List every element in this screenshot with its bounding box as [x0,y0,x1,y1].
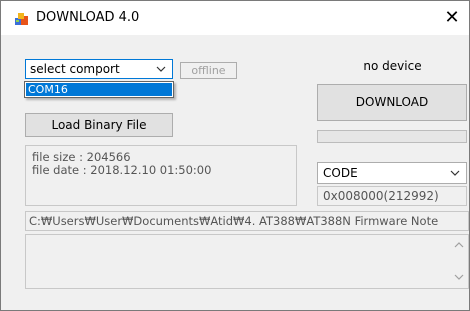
download-window: DOWNLOAD 4.0 ✕ select comport COM16 offl… [0,0,470,311]
log-scrollbar[interactable] [451,235,468,288]
comport-option-com16[interactable]: COM16 [26,83,172,96]
chevron-down-icon [156,61,166,80]
download-button[interactable]: DOWNLOAD [317,84,467,121]
file-info-box: file size : 204566 file date : 2018.12.1… [25,145,297,206]
code-region-value: CODE [323,166,358,180]
chevron-down-icon [450,165,460,184]
download-app-icon [15,13,28,25]
load-binary-file-button[interactable]: Load Binary File [25,113,173,137]
scroll-down-arrow-icon[interactable] [453,273,465,284]
log-text-area[interactable] [25,234,469,289]
device-status-label: no device [363,59,422,73]
code-address-field: 0x008000(212992) [317,186,467,206]
file-path-field[interactable]: C:₩Users₩User₩Documents₩Atid₩4. AT388₩AT… [25,211,469,231]
download-progress-bar [317,130,467,143]
comport-select[interactable]: select comport [25,59,173,79]
close-icon: ✕ [444,7,460,28]
title-bar[interactable]: DOWNLOAD 4.0 ✕ [1,1,469,35]
scroll-up-arrow-icon[interactable] [453,241,465,252]
close-button[interactable]: ✕ [435,1,469,35]
connection-status-badge: offline [180,62,237,79]
file-date-line: file date : 2018.12.10 01:50:00 [32,163,212,177]
code-region-select[interactable]: CODE [317,162,467,184]
window-title: DOWNLOAD 4.0 [36,10,140,25]
comport-dropdown-list: COM16 [24,81,174,98]
comport-select-value: select comport [30,62,120,76]
